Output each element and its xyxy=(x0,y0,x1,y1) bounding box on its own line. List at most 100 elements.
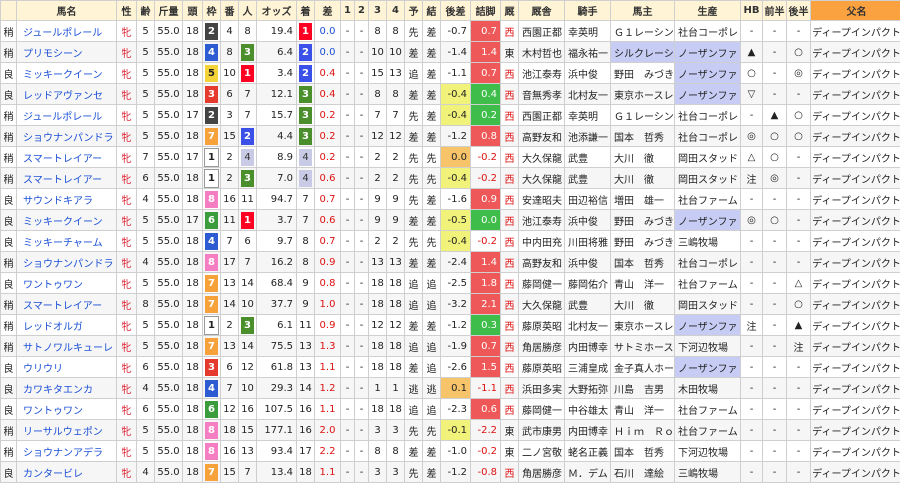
first-half-mark-text: ○ xyxy=(770,152,779,163)
table-row[interactable]: 稍スマートレイアー牝655.0181237.040.6--22先先-0.4-0.… xyxy=(1,168,900,189)
horse-name-link[interactable]: ウリウリ xyxy=(17,357,117,378)
margin: 0.2 xyxy=(315,126,341,147)
table-row[interactable]: 稍スマートレイアー牝755.0171248.940.2--22先先0.0-0.2… xyxy=(1,147,900,168)
table-row[interactable]: 良ワントゥワン牝655.01861216107.5161.1--1818追追-2… xyxy=(1,399,900,420)
table-row[interactable]: 稍ショウナンパンドラ牝555.01871524.430.2--1212差差-1.… xyxy=(1,126,900,147)
gate: 7 xyxy=(203,336,221,357)
hb-mark: ▽ xyxy=(741,84,763,105)
header-17[interactable]: 後差 xyxy=(441,1,471,21)
corner-1: - xyxy=(341,315,355,336)
late-diff: 0.0 xyxy=(441,147,471,168)
table-row[interactable]: 良ミッキークイーン牝555.01851013.420.4--1513追差-1.1… xyxy=(1,63,900,84)
sex-text: 牝 xyxy=(122,217,132,228)
stable-region-text: 西 xyxy=(505,112,515,123)
popularity-text: 1 xyxy=(241,65,254,82)
weight: 55.0 xyxy=(155,378,183,399)
gate: 2 xyxy=(203,105,221,126)
horse-name-link[interactable]: ミッキークイーン xyxy=(17,63,117,84)
stable-region-text: 西 xyxy=(505,406,515,417)
horse-name-link[interactable]: レッドオルガ xyxy=(17,315,117,336)
track-condition: 稍 xyxy=(1,252,17,273)
predicted-style-text: 差 xyxy=(409,49,419,60)
header-1[interactable]: 性 xyxy=(117,1,137,21)
header-13[interactable]: 3 xyxy=(369,1,387,21)
track-condition-text: 稍 xyxy=(4,112,14,123)
horse-name-link[interactable]: リーサルウェポン xyxy=(17,420,117,441)
trainer-text: 池江泰寿 xyxy=(522,217,562,228)
owner-text: 東京ホースレ xyxy=(614,322,674,333)
horse-name-link[interactable]: ショウナンパンドラ xyxy=(17,126,117,147)
header-25[interactable]: 前半 xyxy=(763,1,787,21)
horse-name-link[interactable]: ジュールポレール xyxy=(17,21,117,42)
horse-name-link[interactable]: スマートレイアー xyxy=(17,168,117,189)
table-row[interactable]: 稍レッドオルガ牝555.0181236.1110.9--1212差差-1.20.… xyxy=(1,315,900,336)
horse-name-link[interactable]: プリモシーン xyxy=(17,42,117,63)
table-row[interactable]: 良ミッキーチャーム牝555.0184769.780.7--22先先-0.4-0.… xyxy=(1,231,900,252)
table-row[interactable]: 稍リーサルウェポン牝555.01881815177.1162.0--33先先-0… xyxy=(1,420,900,441)
horse-name-link[interactable]: ミッキーチャーム xyxy=(17,231,117,252)
breeder: 岡田スタッド xyxy=(675,168,741,189)
horse-name-link[interactable]: スマートレイアー xyxy=(17,294,117,315)
header-24[interactable]: HB xyxy=(741,1,763,21)
horse-name-link[interactable]: ジュールポレール xyxy=(17,105,117,126)
header-11[interactable]: 1 xyxy=(341,1,355,21)
closing-kick-text: 0.2 xyxy=(481,110,497,121)
header-27[interactable]: 父名 xyxy=(811,1,900,21)
result-style-text: 差 xyxy=(427,196,437,207)
sire: ディープインパクト xyxy=(811,210,900,231)
table-row[interactable]: 稍ジュールポレール牝555.01723715.730.2--77先差-0.40.… xyxy=(1,105,900,126)
header-8[interactable]: オッズ xyxy=(257,1,297,21)
header-16[interactable]: 結 xyxy=(423,1,441,21)
table-row[interactable]: 稍プリモシーン牝555.0184836.420.0--1010差差-1.41.4… xyxy=(1,42,900,63)
header-23[interactable]: 生産 xyxy=(675,1,741,21)
header-12[interactable]: 2 xyxy=(355,1,369,21)
horse-name-link[interactable]: ショウナンパンドラ xyxy=(17,252,117,273)
table-row[interactable]: 稍サトノワルキューレ牝555.0187131475.5131.3--1818追追… xyxy=(1,336,900,357)
margin-text: 1.1 xyxy=(320,404,336,415)
horse-name-link[interactable]: スマートレイアー xyxy=(17,147,117,168)
header-6[interactable]: 番 xyxy=(221,1,239,21)
header-19[interactable]: 厩 xyxy=(501,1,519,21)
table-row[interactable]: 稍ショウナンパンドラ牝455.018817716.280.9--1313差差-2… xyxy=(1,252,900,273)
horse-name-link[interactable]: ワントゥワン xyxy=(17,273,117,294)
header-3[interactable]: 斤量 xyxy=(155,1,183,21)
header-14[interactable]: 4 xyxy=(387,1,405,21)
header-18[interactable]: 詰脚 xyxy=(471,1,501,21)
table-row[interactable]: 良レッドアヴァンセ牝555.01836712.130.4--88差差-0.40.… xyxy=(1,84,900,105)
horse-name-link[interactable]: カンタービレ xyxy=(17,462,117,483)
horse-name-link[interactable]: レッドアヴァンセ xyxy=(17,84,117,105)
table-row[interactable]: 稍ショウナンアデラ牝555.0188161393.4172.2--88差差-1.… xyxy=(1,441,900,462)
first-half-mark-text: - xyxy=(773,404,777,415)
hb-mark-text: - xyxy=(750,194,754,205)
horse-name-link[interactable]: カワキタエンカ xyxy=(17,378,117,399)
horse-name-link[interactable]: ワントゥワン xyxy=(17,399,117,420)
header-4[interactable]: 頭 xyxy=(183,1,203,21)
corner-1-text: - xyxy=(346,446,350,457)
header-26[interactable]: 後半 xyxy=(787,1,811,21)
header-9[interactable]: 着 xyxy=(297,1,315,21)
horse-name-link[interactable]: サトノワルキューレ xyxy=(17,336,117,357)
horse-name-link[interactable]: ショウナンアデラ xyxy=(17,441,117,462)
table-row[interactable]: 稍ジュールポレール牝555.01824819.410.0--88先差-0.70.… xyxy=(1,21,900,42)
corner-2: - xyxy=(355,420,369,441)
header-5[interactable]: 枠 xyxy=(203,1,221,21)
horse-name-link[interactable]: サウンドキアラ xyxy=(17,189,117,210)
header-21[interactable]: 騎手 xyxy=(565,1,611,21)
header-7[interactable]: 人 xyxy=(239,1,257,21)
horse-number-text: 2 xyxy=(226,152,232,163)
header-0[interactable]: 馬名 xyxy=(17,1,117,21)
table-row[interactable]: 稍スマートレイアー牝855.0187141037.791.0--1818追追-3… xyxy=(1,294,900,315)
header-15[interactable]: 予 xyxy=(405,1,423,21)
table-row[interactable]: 良ワントゥワン牝555.0187131468.490.8--1818追追-2.5… xyxy=(1,273,900,294)
table-row[interactable]: 良サウンドキアラ牝455.0188161194.770.7--99先差-1.60… xyxy=(1,189,900,210)
header-2[interactable]: 齢 xyxy=(137,1,155,21)
header-22[interactable]: 馬主 xyxy=(611,1,675,21)
table-row[interactable]: 良カンタービレ牝455.018715713.4181.1--33先差-1.2-0… xyxy=(1,462,900,483)
header-20[interactable]: 厩舎 xyxy=(519,1,565,21)
table-row[interactable]: 良ミッキークイーン牝555.01761113.770.6--99差差-0.50.… xyxy=(1,210,900,231)
table-row[interactable]: 良ウリウリ牝655.018361261.8131.1--1818差追-2.61.… xyxy=(1,357,900,378)
horse-name-link[interactable]: ミッキークイーン xyxy=(17,210,117,231)
header-10[interactable]: 差 xyxy=(315,1,341,21)
table-row[interactable]: 良カワキタエンカ牝455.018471029.3141.2--11逃逃0.1-1… xyxy=(1,378,900,399)
owner-text: 野田 みづき xyxy=(614,238,674,249)
